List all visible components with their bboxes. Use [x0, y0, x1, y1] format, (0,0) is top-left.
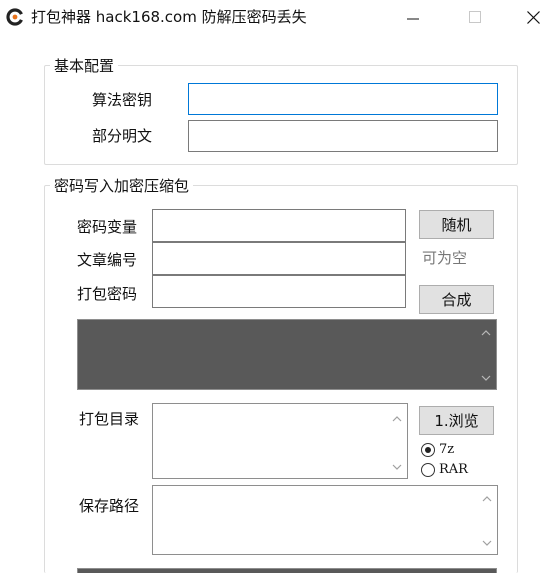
save-path-label: 保存路径: [79, 497, 140, 515]
pack-password-input[interactable]: [153, 276, 405, 307]
format-option-rar[interactable]: RAR: [421, 462, 468, 477]
basic-config-legend: 基本配置: [50, 57, 119, 75]
radio-unselected-icon[interactable]: [421, 462, 435, 477]
format-option-label: 7z: [439, 442, 455, 457]
article-no-field[interactable]: [152, 242, 406, 275]
algorithm-key-field[interactable]: [188, 83, 498, 115]
close-icon: [526, 10, 540, 24]
pack-password-label: 打包密码: [77, 285, 138, 303]
article-no-input[interactable]: [153, 243, 405, 274]
maximize-icon: [469, 11, 481, 23]
algorithm-key-label: 算法密钥: [92, 91, 153, 109]
minimize-button[interactable]: [390, 0, 436, 34]
bottom-output-area[interactable]: [77, 568, 497, 573]
algorithm-key-input[interactable]: [189, 84, 497, 114]
radio-selected-icon[interactable]: [421, 442, 435, 457]
scroll-up-icon[interactable]: [480, 328, 492, 338]
optional-hint: 可为空: [422, 249, 468, 267]
maximize-button[interactable]: [452, 0, 498, 34]
partial-plaintext-input[interactable]: [189, 121, 497, 151]
close-button[interactable]: [510, 0, 556, 34]
browse-button[interactable]: 1.浏览: [419, 406, 494, 435]
minimize-icon: [407, 18, 419, 20]
pack-dir-textarea[interactable]: [152, 403, 408, 479]
pack-dir-label: 打包目录: [79, 410, 140, 428]
random-button[interactable]: 随机: [419, 210, 494, 239]
password-var-label: 密码变量: [77, 218, 138, 236]
scroll-down-icon[interactable]: [481, 538, 493, 548]
format-option-7z[interactable]: 7z: [421, 442, 454, 457]
scroll-down-icon[interactable]: [480, 373, 492, 383]
output-textarea[interactable]: [77, 319, 497, 390]
app-logo-icon: [6, 8, 24, 26]
format-option-label: RAR: [439, 462, 468, 477]
window-title: 打包神器 hack168.com 防解压密码丢失: [31, 8, 307, 26]
partial-plaintext-label: 部分明文: [92, 127, 153, 145]
scroll-down-icon[interactable]: [391, 462, 403, 472]
scroll-up-icon[interactable]: [481, 494, 493, 504]
password-var-field[interactable]: [152, 209, 406, 242]
article-no-label: 文章编号: [77, 251, 138, 269]
partial-plaintext-field[interactable]: [188, 120, 498, 152]
compose-button[interactable]: 合成: [419, 285, 494, 314]
password-archive-legend: 密码写入加密压缩包: [50, 177, 194, 195]
scroll-up-icon[interactable]: [391, 414, 403, 424]
pack-password-field[interactable]: [152, 275, 406, 308]
password-var-input[interactable]: [153, 210, 405, 241]
save-path-textarea[interactable]: [152, 485, 498, 555]
